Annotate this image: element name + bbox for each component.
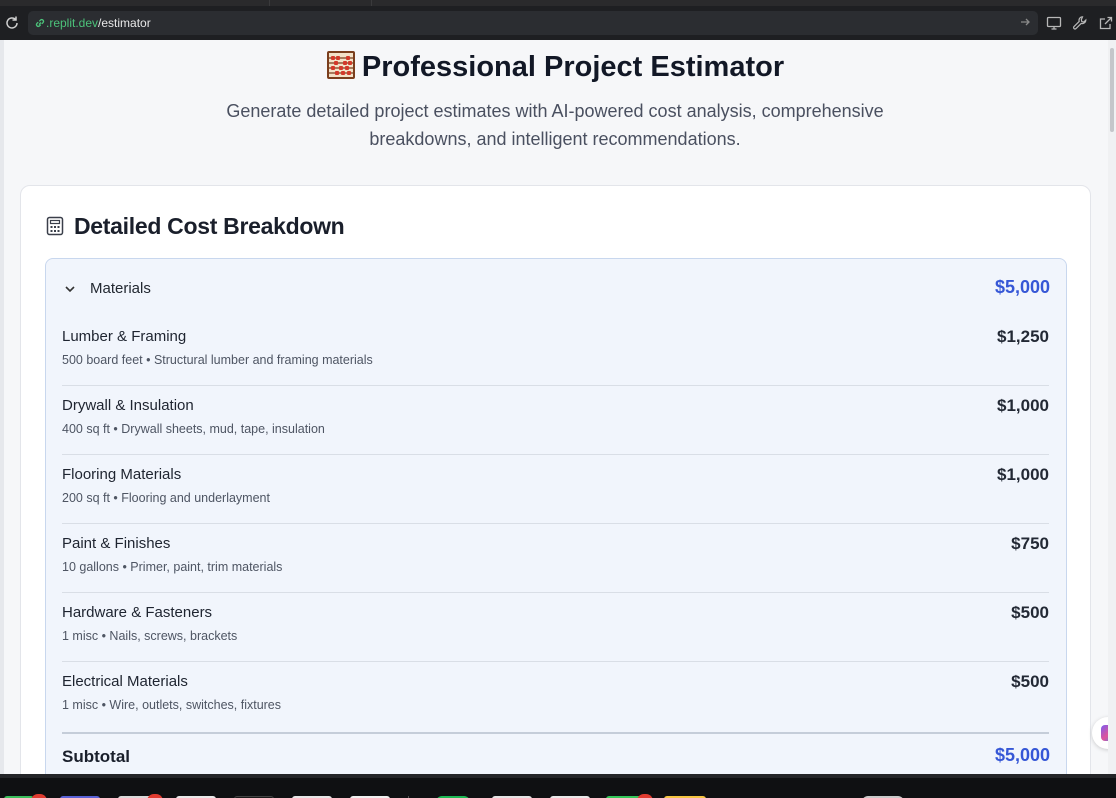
item-price: $1,000 <box>997 396 1049 415</box>
category-label: Materials <box>90 280 151 297</box>
abacus-icon <box>326 51 355 79</box>
notification-badge <box>147 794 163 798</box>
scrollbar-thumb[interactable] <box>1110 48 1114 132</box>
item-description: 1 misc • Nails, screws, brackets <box>62 629 238 643</box>
chevron-down-icon[interactable] <box>63 282 77 296</box>
address-bar[interactable]: .replit.dev/estimator <box>28 11 1038 35</box>
calculator-icon <box>46 216 64 236</box>
display-icon[interactable] <box>1046 15 1062 31</box>
line-item: Paint & Finishes 10 gallons • Primer, pa… <box>62 524 1049 593</box>
line-item: Drywall & Insulation 400 sq ft • Drywall… <box>62 386 1049 455</box>
item-price: $500 <box>1011 672 1049 691</box>
item-name: Lumber & Framing <box>62 328 187 345</box>
card-header: Detailed Cost Breakdown <box>46 211 345 241</box>
item-name: Electrical Materials <box>62 673 188 690</box>
url-path: /estimator <box>98 16 151 30</box>
item-description: 200 sq ft • Flooring and underlayment <box>62 491 270 505</box>
page-title-text: Professional Project Estimator <box>361 51 785 83</box>
item-price: $1,250 <box>997 327 1049 346</box>
page-scrollbar[interactable] <box>1108 40 1116 774</box>
category-total: $5,000 <box>994 277 1050 297</box>
notification-badge <box>637 794 653 798</box>
item-description: 500 board feet • Structural lumber and f… <box>62 353 373 367</box>
item-description: 400 sq ft • Drywall sheets, mud, tape, i… <box>62 422 325 436</box>
page-viewport: Professional Project Estimator Generate … <box>0 40 1116 774</box>
url-domain: .replit.dev <box>46 16 99 30</box>
wrench-icon[interactable] <box>1072 15 1088 31</box>
category-materials: Materials $5,000 Lumber & Framing 500 bo… <box>45 258 1067 774</box>
item-name: Paint & Finishes <box>62 535 171 552</box>
side-panel-edge <box>0 40 4 774</box>
line-item: Electrical Materials 1 misc • Wire, outl… <box>62 662 1049 731</box>
browser-toolbar: .replit.dev/estimator <box>0 6 1116 40</box>
go-arrow-icon[interactable] <box>1018 15 1032 29</box>
item-price: $1,000 <box>997 465 1049 484</box>
item-name: Flooring Materials <box>62 466 182 483</box>
os-dock <box>0 774 1116 798</box>
cost-breakdown-card: Detailed Cost Breakdown Materials $5,000… <box>20 185 1091 774</box>
category-header[interactable]: Materials $5,000 <box>46 259 1066 317</box>
card-title: Detailed Cost Breakdown <box>74 212 345 239</box>
subtotal-value: $5,000 <box>994 745 1050 765</box>
reload-icon[interactable] <box>4 15 20 31</box>
item-name: Drywall & Insulation <box>62 397 194 414</box>
line-item: Lumber & Framing 500 board feet • Struct… <box>62 317 1049 386</box>
subtotal-divider <box>62 732 1049 734</box>
line-item: Hardware & Fasteners 1 misc • Nails, scr… <box>62 593 1049 662</box>
url-text: .replit.dev/estimator <box>46 16 151 30</box>
item-name: Hardware & Fasteners <box>62 604 213 621</box>
open-external-icon[interactable] <box>1098 15 1114 31</box>
line-item: Flooring Materials 200 sq ft • Flooring … <box>62 455 1049 524</box>
page-subtitle: Generate detailed project estimates with… <box>226 101 884 149</box>
page-title: Professional Project Estimator <box>0 50 1110 84</box>
item-price: $500 <box>1011 603 1049 622</box>
secure-link-icon <box>35 18 45 28</box>
item-description: 10 gallons • Primer, paint, trim materia… <box>62 560 283 574</box>
item-price: $750 <box>1011 534 1049 553</box>
item-description: 1 misc • Wire, outlets, switches, fixtur… <box>62 698 282 712</box>
subtotal-label: Subtotal <box>62 747 130 766</box>
notification-badge <box>31 794 47 798</box>
